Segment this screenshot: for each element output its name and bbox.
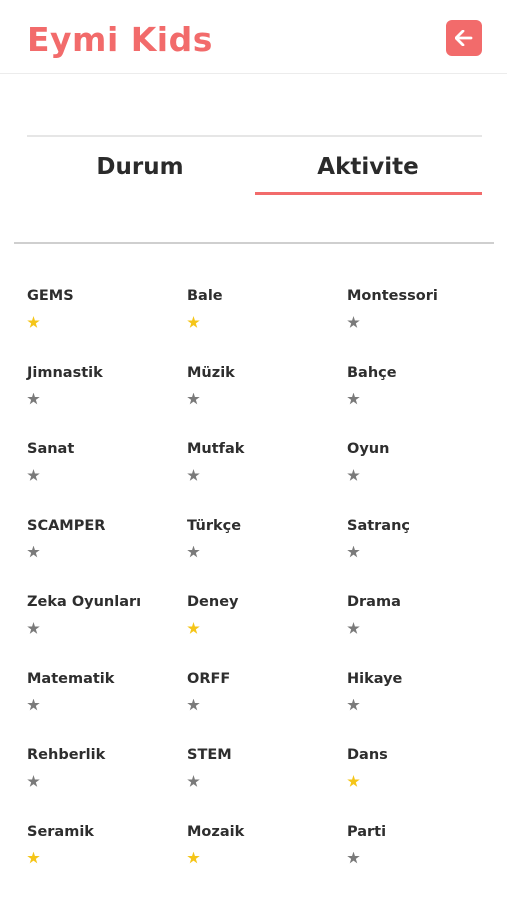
star-filled-icon[interactable] xyxy=(27,851,40,864)
star-filled-icon[interactable] xyxy=(187,622,200,634)
app-header: Eymi Kids xyxy=(0,0,507,74)
activity-item[interactable]: ORFF xyxy=(187,669,347,746)
activity-name: Türkçe xyxy=(187,517,242,534)
activity-item[interactable]: Mozaik xyxy=(187,822,347,899)
app-title: Eymi Kids xyxy=(27,20,213,59)
activity-item[interactable]: Mutfak xyxy=(187,439,347,516)
activity-item[interactable]: Bale xyxy=(187,286,347,363)
tab-aktivite[interactable]: Aktivite xyxy=(255,150,481,186)
star-empty-icon[interactable] xyxy=(187,545,200,558)
star-empty-icon[interactable] xyxy=(347,622,360,634)
star-filled-icon[interactable] xyxy=(187,851,200,864)
arrow-left-icon xyxy=(455,30,473,46)
star-empty-icon[interactable] xyxy=(27,469,40,481)
activity-item[interactable]: Drama xyxy=(347,592,497,669)
activity-name: Seramik xyxy=(27,823,94,840)
activity-name: Montessori xyxy=(347,288,438,304)
activity-item[interactable]: Satranç xyxy=(347,516,497,593)
activity-name: Parti xyxy=(347,823,387,840)
activity-item[interactable]: Jimnastik xyxy=(27,363,187,440)
activity-item[interactable]: Türkçe xyxy=(187,516,347,593)
star-empty-icon[interactable] xyxy=(187,698,200,711)
star-empty-icon[interactable] xyxy=(27,622,40,634)
activity-item[interactable]: Deney xyxy=(187,592,347,669)
activity-name: Rehberlik xyxy=(27,747,106,763)
star-empty-icon[interactable] xyxy=(187,469,200,481)
tabs-divider xyxy=(27,135,482,137)
activity-name: Bale xyxy=(187,288,223,304)
activity-item[interactable]: Rehberlik xyxy=(27,745,187,822)
activity-name: GEMS xyxy=(27,288,74,304)
activity-item[interactable]: Dans xyxy=(347,745,497,822)
star-empty-icon[interactable] xyxy=(27,392,40,405)
activity-name: Drama xyxy=(347,594,401,610)
activity-grid: GEMS Bale Montessori Jimnastik Müzik Bahçe San… xyxy=(27,286,497,898)
star-empty-icon[interactable] xyxy=(187,392,200,405)
star-empty-icon[interactable] xyxy=(27,698,40,711)
activity-name: Mutfak xyxy=(187,441,245,457)
star-empty-icon[interactable] xyxy=(27,545,40,558)
star-filled-icon[interactable] xyxy=(187,316,200,328)
star-filled-icon[interactable] xyxy=(27,316,40,328)
activity-item[interactable]: SCAMPER xyxy=(27,516,187,593)
activity-name: Sanat xyxy=(27,441,75,457)
star-empty-icon[interactable] xyxy=(347,392,360,405)
star-empty-icon[interactable] xyxy=(347,469,360,481)
activity-name: SCAMPER xyxy=(27,517,106,534)
activity-item[interactable]: Matematik xyxy=(27,669,187,746)
activity-item[interactable]: Parti xyxy=(347,822,497,899)
activity-name: Zeka Oyunları xyxy=(27,594,142,610)
activity-name: Mozaik xyxy=(187,823,245,840)
back-button[interactable] xyxy=(446,20,482,56)
activity-item[interactable]: Sanat xyxy=(27,439,187,516)
activity-item[interactable]: Oyun xyxy=(347,439,497,516)
activity-name: Deney xyxy=(187,594,239,610)
activity-item[interactable]: Müzik xyxy=(187,363,347,440)
activity-name: Dans xyxy=(347,747,388,763)
activity-name: Satranç xyxy=(347,517,411,534)
activity-item[interactable]: STEM xyxy=(187,745,347,822)
activity-name: Jimnastik xyxy=(27,364,103,381)
activity-name: Oyun xyxy=(347,441,390,457)
section-divider xyxy=(14,242,494,244)
star-empty-icon[interactable] xyxy=(347,851,360,864)
activity-name: ORFF xyxy=(187,670,231,687)
star-empty-icon[interactable] xyxy=(347,545,360,558)
star-empty-icon[interactable] xyxy=(347,698,360,711)
activity-item[interactable]: Seramik xyxy=(27,822,187,899)
activity-name: STEM xyxy=(187,747,232,763)
star-empty-icon[interactable] xyxy=(347,316,360,328)
activity-name: Müzik xyxy=(187,364,235,381)
activity-name: Bahçe xyxy=(347,364,397,381)
activity-name: Matematik xyxy=(27,670,115,687)
star-filled-icon[interactable] xyxy=(347,775,360,787)
activity-item[interactable]: GEMS xyxy=(27,286,187,363)
tab-durum[interactable]: Durum xyxy=(27,150,253,186)
activity-item[interactable]: Montessori xyxy=(347,286,497,363)
activity-item[interactable]: Bahçe xyxy=(347,363,497,440)
activity-item[interactable]: Hikaye xyxy=(347,669,497,746)
activity-name: Hikaye xyxy=(347,670,403,687)
active-tab-indicator xyxy=(255,192,482,195)
star-empty-icon[interactable] xyxy=(27,775,40,787)
star-empty-icon[interactable] xyxy=(187,775,200,787)
activity-item[interactable]: Zeka Oyunları xyxy=(27,592,187,669)
